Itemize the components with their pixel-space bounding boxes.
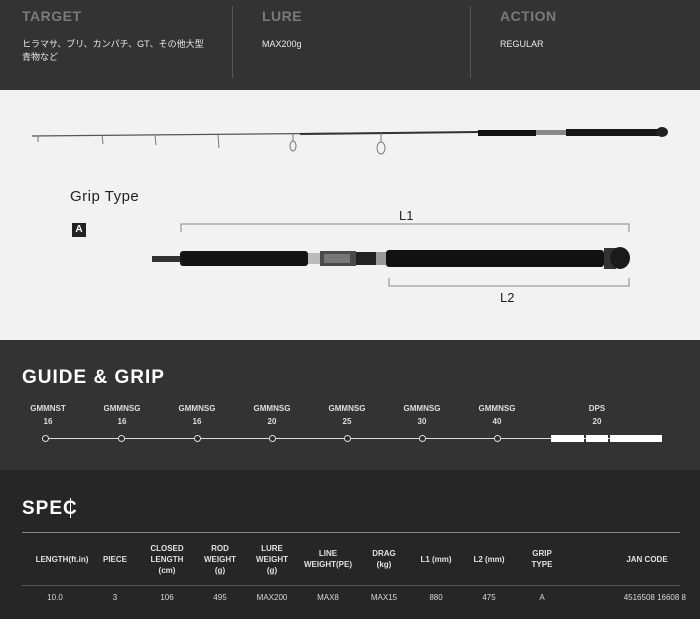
col-header-lure-weight: LURE WEIGHT (g) [256, 544, 288, 575]
target-column: TARGET ヒラマサ、ブリ、カンパチ、GT、その他大型青物など [22, 0, 222, 90]
guide-name: GMMNSG [103, 404, 141, 413]
lure-value: MAX200g [262, 39, 302, 49]
grip-type-title: Grip Type [70, 188, 140, 205]
grip-segment [551, 435, 584, 442]
spec-row-rule [22, 585, 680, 586]
cell-jan-code: 4516508 16608 8 [623, 593, 686, 602]
col-header-l2: L2 (mm) [473, 555, 505, 564]
info-band: TARGET ヒラマサ、ブリ、カンパチ、GT、その他大型青物など LURE MA… [0, 0, 700, 90]
col-header-line-weight: LINE WEIGHT(PE) [304, 549, 352, 569]
lure-heading: LURE [262, 8, 303, 24]
col-header-grip-type: GRIP TYPE [531, 549, 553, 569]
col-header-l1: L1 (mm) [420, 555, 452, 564]
rod-image-area: Grip Type A L1 L2 [0, 90, 700, 340]
cell-drag: MAX15 [370, 593, 398, 602]
guide-item: GMMNSG 25 [307, 402, 387, 428]
col-header-length: LENGTH(ft.in) [35, 555, 89, 564]
guide-item: GMMNSG 20 [232, 402, 312, 428]
cell-line-weight: MAX8 [317, 593, 339, 602]
guide-name: GMMNSG [328, 404, 366, 413]
guide-size: 16 [117, 417, 127, 426]
guide-dot [494, 435, 501, 442]
guide-dot [344, 435, 351, 442]
cell-rod-weight: 495 [213, 593, 227, 602]
guide-size: 16 [192, 417, 202, 426]
grip-segment [586, 435, 608, 442]
guide-name: GMMNSG [178, 404, 216, 413]
guide-item: GMMNSG 40 [457, 402, 537, 428]
action-value: REGULAR [500, 39, 544, 49]
guide-dot [42, 435, 49, 442]
guide-name: GMMNSG [253, 404, 291, 413]
reel-seat-item: DPS 20 [557, 402, 637, 428]
guide-item: GMMNSG 16 [82, 402, 162, 428]
target-heading: TARGET [22, 8, 82, 24]
grip-segment [610, 435, 662, 442]
col-header-drag: DRAG (kg) [372, 549, 396, 569]
target-value: ヒラマサ、ブリ、カンパチ、GT、その他大型青物など [22, 39, 204, 62]
guide-dot [194, 435, 201, 442]
guide-name: GMMNST [30, 404, 66, 413]
col-header-piece: PIECE [102, 555, 127, 564]
text-cursor [70, 498, 71, 518]
cell-grip-type: A [539, 593, 545, 602]
rod-illustration [31, 127, 668, 287]
guide-dot [118, 435, 125, 442]
spec-top-rule [22, 532, 680, 533]
guide-size: 30 [417, 417, 427, 426]
divider [232, 6, 233, 78]
divider [470, 6, 471, 78]
col-header-rod-weight: ROD WEIGHT (g) [204, 544, 236, 575]
col-header-closed-length: CLOSED LENGTH (cm) [150, 544, 184, 575]
guide-dot [419, 435, 426, 442]
guide-grip-title: GUIDE & GRIP [22, 367, 165, 388]
guide-size: 20 [267, 417, 277, 426]
guide-size: 16 [43, 417, 53, 426]
guide-name: GMMNSG [478, 404, 516, 413]
action-column: ACTION REGULAR [500, 0, 680, 90]
cell-l1: 880 [429, 593, 443, 602]
cell-lure-weight: MAX200 [256, 593, 288, 602]
guide-name: GMMNSG [403, 404, 441, 413]
action-heading: ACTION [500, 8, 557, 24]
cell-length: 10.0 [47, 593, 63, 602]
reel-seat-name: DPS [588, 404, 606, 413]
guide-item: GMMNST 16 [8, 402, 88, 428]
guide-dot [269, 435, 276, 442]
lure-column: LURE MAX200g [262, 0, 462, 90]
guide-item: GMMNSG 30 [382, 402, 462, 428]
guide-size: 40 [492, 417, 502, 426]
l1-label: L1 [399, 208, 414, 223]
guide-item: GMMNSG 16 [157, 402, 237, 428]
grip-type-badge: A [72, 223, 86, 237]
cell-piece: 3 [112, 593, 118, 602]
cell-closed-length: 106 [160, 593, 174, 602]
reel-seat-size: 20 [592, 417, 602, 426]
l2-label: L2 [500, 290, 515, 305]
guide-size: 25 [342, 417, 352, 426]
col-header-jan-code: JAN CODE [626, 555, 668, 564]
cell-l2: 475 [482, 593, 496, 602]
